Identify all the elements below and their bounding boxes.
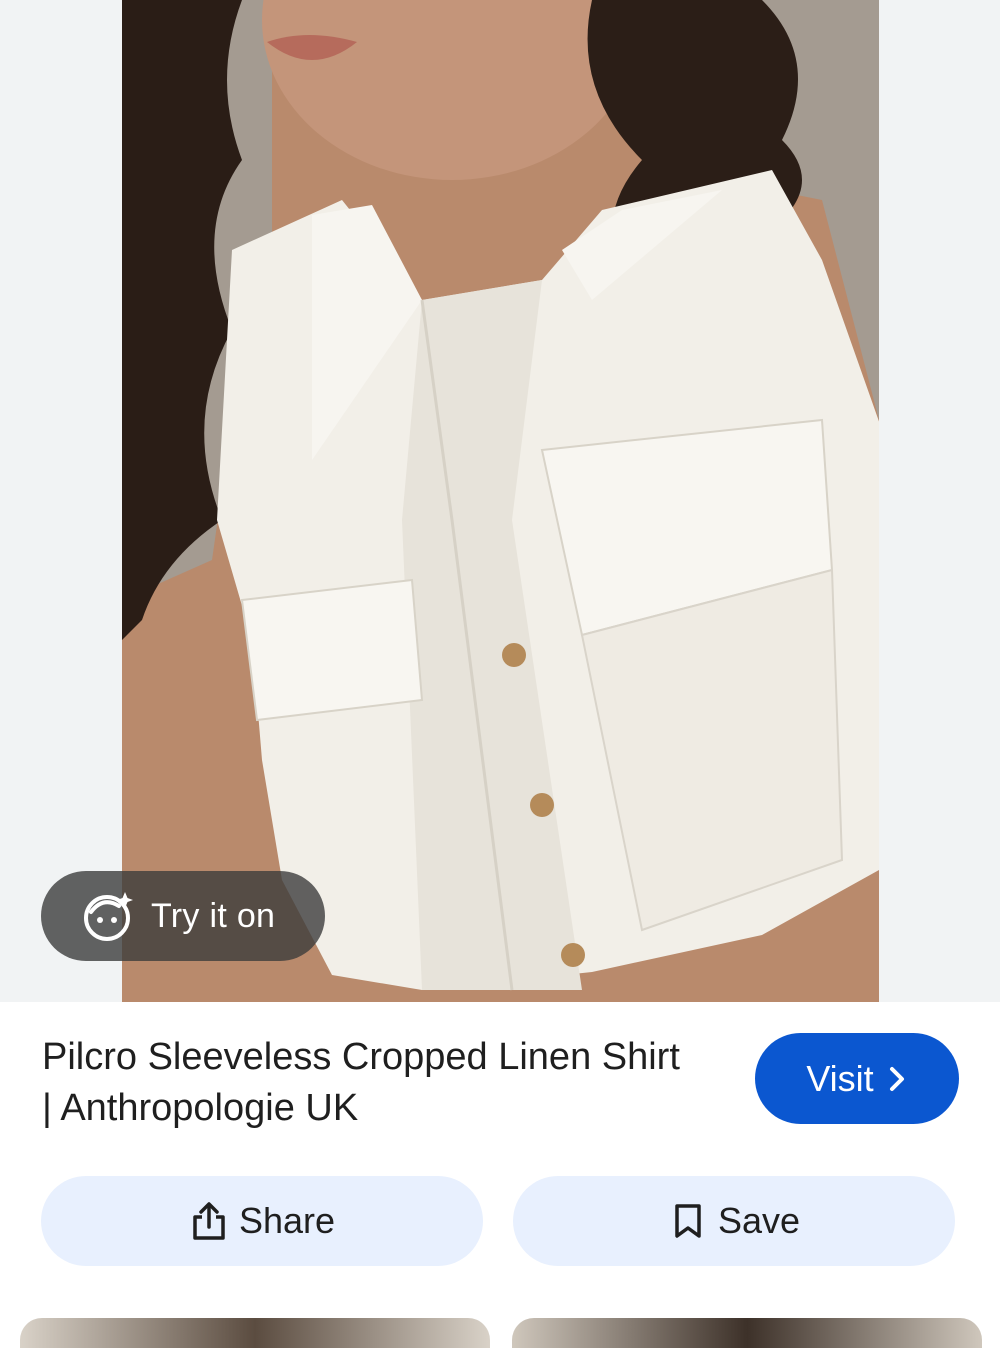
bookmark-icon <box>668 1201 708 1241</box>
save-button[interactable]: Save <box>513 1176 955 1266</box>
related-result-card[interactable] <box>512 1318 982 1348</box>
visit-label: Visit <box>806 1057 874 1099</box>
related-result-card[interactable] <box>20 1318 490 1348</box>
share-label: Share <box>238 1200 336 1241</box>
visit-button[interactable]: Visit <box>755 1033 959 1124</box>
share-button[interactable]: Share <box>41 1176 483 1266</box>
product-title[interactable]: Pilcro Sleeveless Cropped Linen Shirt | … <box>42 1032 682 1134</box>
product-photo[interactable] <box>122 0 879 1002</box>
chevron-right-icon <box>886 1065 908 1093</box>
product-image-area[interactable]: Try it on <box>0 0 1000 1002</box>
share-icon <box>189 1201 229 1241</box>
try-it-on-label: Try it on <box>151 896 276 935</box>
save-label: Save <box>717 1200 801 1241</box>
face-sparkle-icon <box>81 888 137 944</box>
try-it-on-button[interactable]: Try it on <box>41 871 325 961</box>
product-photo-illustration <box>122 0 879 1002</box>
